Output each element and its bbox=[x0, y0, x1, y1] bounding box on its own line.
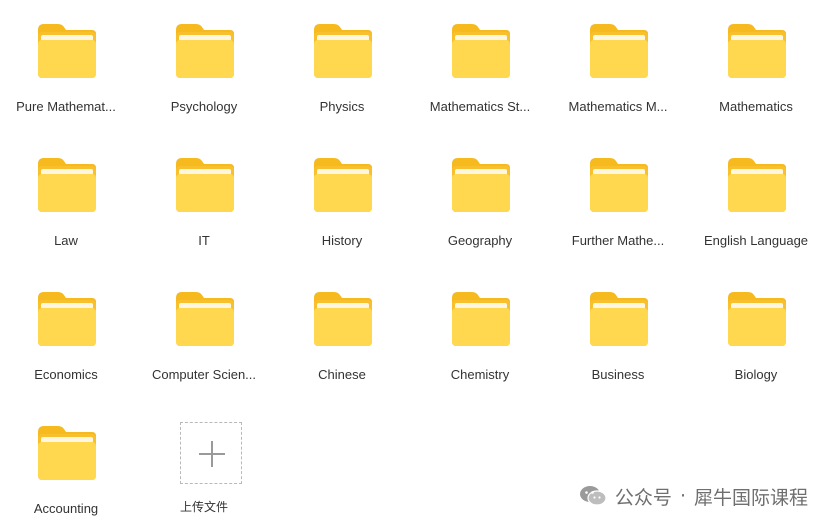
folder-icon bbox=[176, 24, 234, 78]
folder-tile[interactable]: Law bbox=[6, 138, 126, 258]
folder-tile[interactable]: Psychology bbox=[144, 4, 264, 124]
folder-icon bbox=[38, 292, 96, 346]
folder-icon bbox=[590, 292, 648, 346]
folder-icon bbox=[452, 158, 510, 212]
file-grid: Pure Mathemat... Psychology Physics Math… bbox=[0, 0, 834, 527]
folder-tile[interactable]: Mathematics St... bbox=[420, 4, 540, 124]
folder-tile[interactable]: Biology bbox=[696, 272, 816, 392]
folder-label: Computer Scien... bbox=[151, 367, 257, 382]
folder-label: Law bbox=[54, 233, 78, 248]
folder-tile[interactable]: Computer Scien... bbox=[144, 272, 264, 392]
upload-button[interactable] bbox=[180, 422, 242, 484]
folder-tile[interactable]: Mathematics bbox=[696, 4, 816, 124]
folder-label: Geography bbox=[447, 233, 513, 248]
folder-icon bbox=[176, 292, 234, 346]
folder-label: Accounting bbox=[33, 501, 99, 516]
folder-icon bbox=[38, 426, 96, 480]
folder-tile[interactable]: Further Mathe... bbox=[558, 138, 678, 258]
upload-tile[interactable]: 上传文件 bbox=[144, 404, 264, 524]
folder-tile[interactable]: History bbox=[282, 138, 402, 258]
folder-tile[interactable]: Mathematics M... bbox=[558, 4, 678, 124]
folder-tile[interactable]: Physics bbox=[282, 4, 402, 124]
folder-label: Chinese bbox=[318, 367, 366, 382]
folder-icon bbox=[728, 292, 786, 346]
folder-tile[interactable]: Chinese bbox=[282, 272, 402, 392]
watermark-prefix: 公众号 bbox=[614, 486, 672, 509]
folder-icon bbox=[314, 24, 372, 78]
folder-icon bbox=[590, 158, 648, 212]
folder-icon bbox=[728, 158, 786, 212]
folder-tile[interactable]: Economics bbox=[6, 272, 126, 392]
folder-label: Mathematics St... bbox=[429, 99, 531, 114]
upload-label: 上传文件 bbox=[179, 500, 228, 514]
folder-label: Pure Mathemat... bbox=[16, 99, 116, 114]
folder-tile[interactable]: Accounting bbox=[6, 406, 126, 526]
folder-label: History bbox=[321, 233, 363, 248]
folder-label: Further Mathe... bbox=[571, 233, 665, 248]
folder-icon bbox=[452, 292, 510, 346]
folder-label: English Language bbox=[703, 233, 809, 248]
folder-label: Business bbox=[591, 367, 645, 382]
folder-icon bbox=[590, 24, 648, 78]
folder-icon bbox=[314, 292, 372, 346]
folder-tile[interactable]: English Language bbox=[696, 138, 816, 258]
folder-label: Physics bbox=[319, 99, 365, 114]
folder-label: Biology bbox=[734, 367, 778, 382]
folder-tile[interactable]: Chemistry bbox=[420, 272, 540, 392]
folder-icon bbox=[176, 158, 234, 212]
folder-label: Economics bbox=[34, 367, 98, 382]
folder-icon bbox=[314, 158, 372, 212]
folder-label: Chemistry bbox=[450, 367, 510, 382]
watermark-name: 犀牛国际课程 bbox=[693, 486, 808, 509]
folder-label: Psychology bbox=[170, 99, 238, 114]
folder-tile[interactable]: IT bbox=[144, 138, 264, 258]
folder-label: IT bbox=[198, 233, 210, 248]
folder-icon bbox=[38, 24, 96, 78]
folder-icon bbox=[452, 24, 510, 78]
wechat-icon bbox=[579, 486, 607, 506]
folder-label: Mathematics M... bbox=[568, 99, 668, 114]
folder-tile[interactable]: Business bbox=[558, 272, 678, 392]
watermark-separator: · bbox=[679, 485, 686, 507]
folder-icon bbox=[38, 158, 96, 212]
folder-tile[interactable]: Geography bbox=[420, 138, 540, 258]
folder-label: Mathematics bbox=[719, 99, 793, 114]
plus-icon bbox=[211, 441, 213, 467]
folder-icon bbox=[728, 24, 786, 78]
folder-tile[interactable]: Pure Mathemat... bbox=[6, 4, 126, 124]
watermark: 公众号 · 犀牛国际课程 bbox=[579, 483, 808, 509]
